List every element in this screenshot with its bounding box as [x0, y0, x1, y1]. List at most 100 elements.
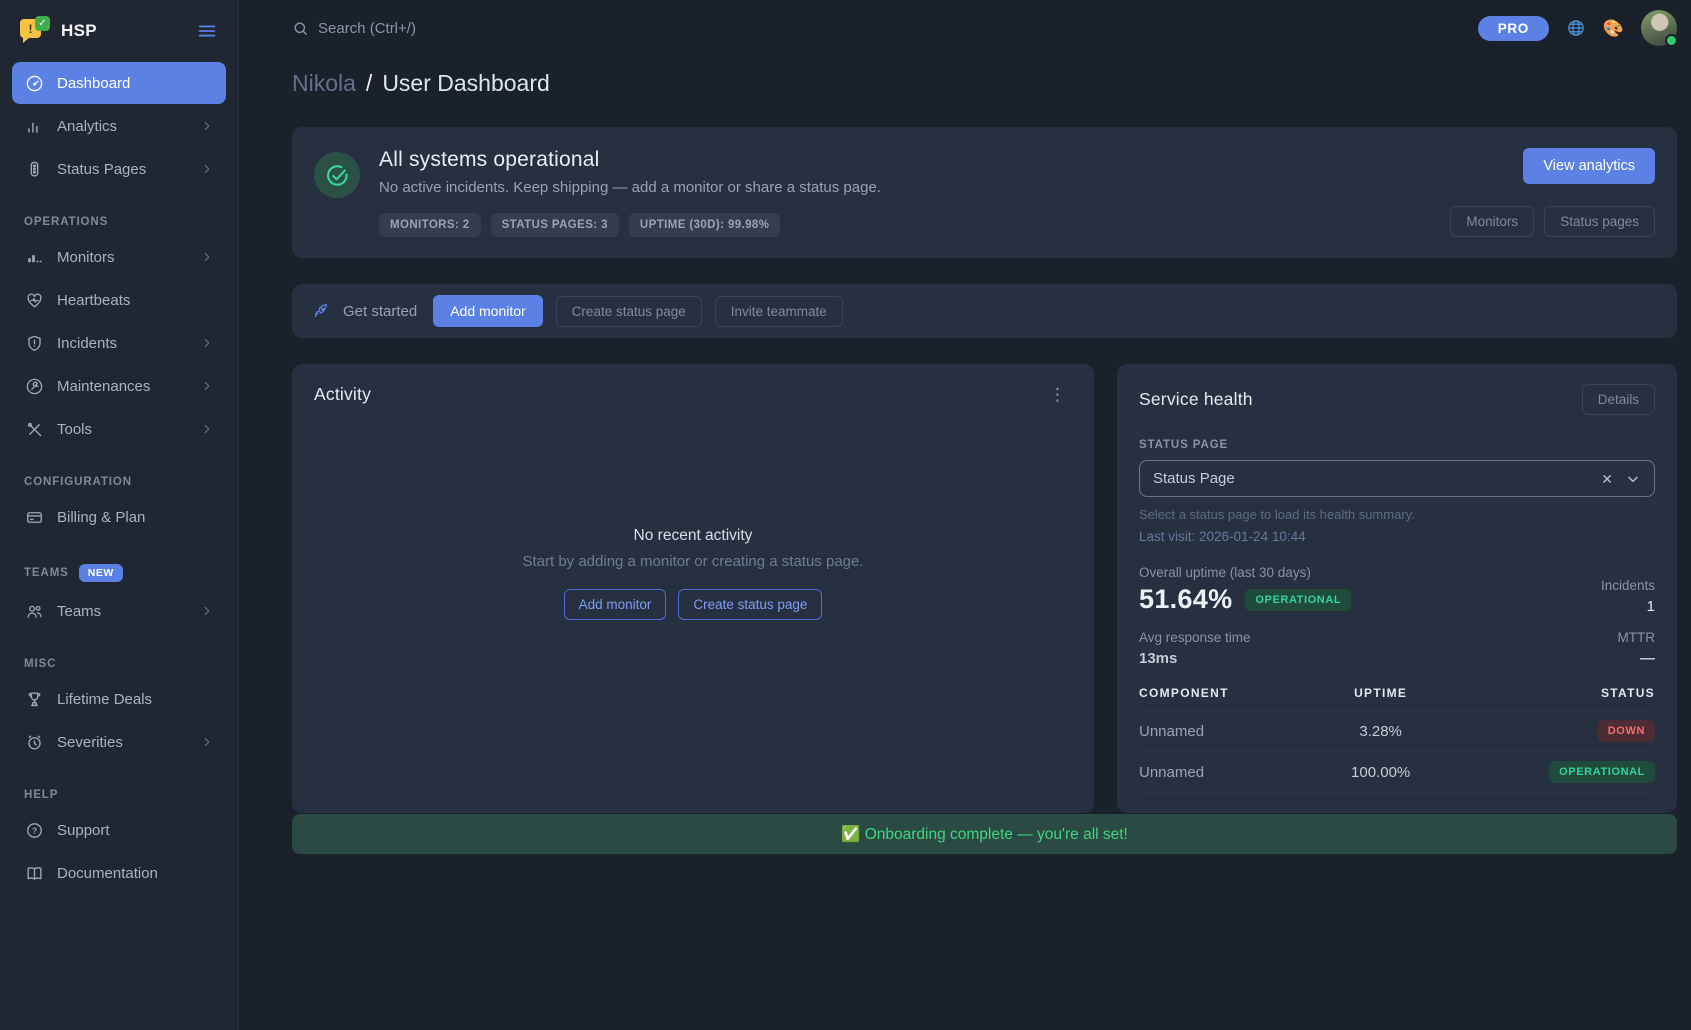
book-icon — [24, 864, 44, 883]
credit-card-icon — [24, 508, 44, 527]
get-started-bar: Get started Add monitor Create status pa… — [292, 284, 1677, 338]
create-status-page-button[interactable]: Create status page — [678, 589, 822, 620]
monitor-bars-icon — [24, 248, 44, 267]
operational-badge: OPERATIONAL — [1245, 589, 1351, 611]
uptime-incidents-row: Overall uptime (last 30 days) 51.64% OPE… — [1139, 565, 1655, 615]
invite-teammate-button[interactable]: Invite teammate — [715, 296, 843, 327]
create-status-page-button[interactable]: Create status page — [556, 296, 702, 327]
sidebar-item-label: Support — [57, 822, 214, 839]
add-monitor-button[interactable]: Add monitor — [433, 295, 542, 327]
breadcrumb-parent[interactable]: Nikola — [292, 70, 356, 97]
sidebar: ! ✓ HSP Dashboard Analytics — [0, 0, 239, 1030]
new-badge: NEW — [79, 564, 123, 582]
sidebar-section-teams: TEAMS NEW — [24, 564, 216, 582]
system-status-body: All systems operational No active incide… — [379, 148, 1431, 237]
column-header-component: COMPONENT — [1139, 686, 1321, 711]
shield-alert-icon — [24, 334, 44, 353]
main-content: Search (Ctrl+/) PRO 🎨 Nikola / User Dash… — [239, 0, 1691, 1030]
component-uptime: 3.28% — [1321, 711, 1441, 752]
avg-response-value: 13ms — [1139, 650, 1251, 667]
select-icons: ✕ — [1601, 471, 1641, 487]
chevron-right-icon — [200, 379, 214, 393]
sidebar-item-billing[interactable]: Billing & Plan — [12, 496, 226, 538]
empty-state-actions: Add monitor Create status page — [564, 589, 823, 620]
system-status-chips: MONITORS: 2 STATUS PAGES: 3 UPTIME (30D)… — [379, 213, 1431, 237]
status-page-select[interactable]: Status Page ✕ — [1139, 460, 1655, 497]
sidebar-item-support[interactable]: ? Support — [12, 809, 226, 851]
sidebar-item-heartbeats[interactable]: Heartbeats — [12, 279, 226, 321]
chevron-down-icon[interactable] — [1625, 471, 1641, 487]
sidebar-item-monitors[interactable]: Monitors — [12, 236, 226, 278]
chevron-right-icon — [200, 735, 214, 749]
sidebar-item-analytics[interactable]: Analytics — [12, 105, 226, 147]
topbar-right: PRO 🎨 — [1478, 10, 1677, 46]
plan-badge[interactable]: PRO — [1478, 16, 1549, 41]
table-row: Unnamed 3.28% DOWN — [1139, 711, 1655, 752]
incidents-label: Incidents — [1601, 578, 1655, 593]
sidebar-item-lifetime-deals[interactable]: Lifetime Deals — [12, 678, 226, 720]
sidebar-item-label: Dashboard — [57, 75, 214, 92]
sidebar-item-teams[interactable]: Teams — [12, 590, 226, 632]
service-health-card: Service health Details STATUS PAGE Statu… — [1117, 364, 1677, 813]
sidebar-item-maintenances[interactable]: Maintenances — [12, 365, 226, 407]
activity-empty-state: No recent activity Start by adding a mon… — [314, 379, 1072, 767]
monitors-link-button[interactable]: Monitors — [1450, 206, 1534, 237]
sidebar-item-label: Analytics — [57, 118, 187, 135]
sidebar-item-tools[interactable]: Tools — [12, 408, 226, 450]
column-header-status: STATUS — [1441, 686, 1655, 711]
sidebar-nav: Dashboard Analytics Status Pages — [12, 62, 226, 894]
app-root: ! ✓ HSP Dashboard Analytics — [0, 0, 1691, 1030]
menu-toggle-icon[interactable] — [194, 18, 220, 44]
sidebar-item-label: Documentation — [57, 865, 214, 882]
mttr-label: MTTR — [1618, 630, 1656, 645]
sidebar-item-label: Status Pages — [57, 161, 187, 178]
overall-uptime-metric: Overall uptime (last 30 days) 51.64% OPE… — [1139, 565, 1351, 615]
system-status-title: All systems operational — [379, 148, 1431, 172]
chevron-right-icon — [200, 250, 214, 264]
people-icon — [24, 602, 44, 621]
section-label: CONFIGURATION — [24, 476, 132, 488]
user-avatar[interactable] — [1641, 10, 1677, 46]
sidebar-item-status-pages[interactable]: Status Pages — [12, 148, 226, 190]
status-page-field-label: STATUS PAGE — [1139, 439, 1655, 451]
clear-icon[interactable]: ✕ — [1601, 472, 1613, 486]
sidebar-item-label: Incidents — [57, 335, 187, 352]
sidebar-item-severities[interactable]: Severities — [12, 721, 226, 763]
question-icon: ? — [24, 821, 44, 840]
view-analytics-button[interactable]: View analytics — [1523, 148, 1655, 184]
theme-palette-icon[interactable]: 🎨 — [1603, 20, 1624, 37]
dashboard-grid: Activity ⋮ No recent activity Start by a… — [292, 364, 1677, 788]
sidebar-item-label: Monitors — [57, 249, 187, 266]
overall-uptime-value: 51.64% — [1139, 584, 1232, 615]
monitors-count-chip: MONITORS: 2 — [379, 213, 481, 237]
operational-badge: OPERATIONAL — [1549, 761, 1655, 783]
empty-state-subtitle: Start by adding a monitor or creating a … — [522, 553, 863, 570]
sidebar-item-incidents[interactable]: Incidents — [12, 322, 226, 364]
uptime-chip: UPTIME (30D): 99.98% — [629, 213, 780, 237]
table-row: Unnamed 100.00% OPERATIONAL — [1139, 752, 1655, 793]
add-monitor-button[interactable]: Add monitor — [564, 589, 667, 620]
page-title: User Dashboard — [382, 70, 549, 97]
logo-check-icon: ✓ — [35, 16, 50, 31]
chevron-right-icon — [200, 336, 214, 350]
response-mttr-row: Avg response time 13ms MTTR — — [1139, 630, 1655, 667]
sidebar-item-documentation[interactable]: Documentation — [12, 852, 226, 894]
chevron-right-icon — [200, 119, 214, 133]
table-header-row: COMPONENT UPTIME STATUS — [1139, 686, 1655, 711]
tools-icon — [24, 420, 44, 439]
alarm-clock-icon — [24, 733, 44, 752]
sidebar-section-help: HELP — [24, 789, 216, 801]
search-input[interactable]: Search (Ctrl+/) — [292, 20, 416, 37]
sidebar-logo-row: ! ✓ HSP — [12, 14, 226, 62]
check-circle-icon — [314, 152, 360, 198]
system-status-actions: View analytics Monitors Status pages — [1450, 148, 1655, 237]
sidebar-item-label: Lifetime Deals — [57, 691, 214, 708]
status-pages-link-button[interactable]: Status pages — [1544, 206, 1655, 237]
chevron-right-icon — [200, 604, 214, 618]
sidebar-item-label: Heartbeats — [57, 292, 214, 309]
details-button[interactable]: Details — [1582, 384, 1655, 415]
health-metrics: Overall uptime (last 30 days) 51.64% OPE… — [1139, 565, 1655, 667]
language-globe-icon[interactable] — [1566, 18, 1586, 38]
component-name: Unnamed — [1139, 752, 1321, 793]
sidebar-item-dashboard[interactable]: Dashboard — [12, 62, 226, 104]
